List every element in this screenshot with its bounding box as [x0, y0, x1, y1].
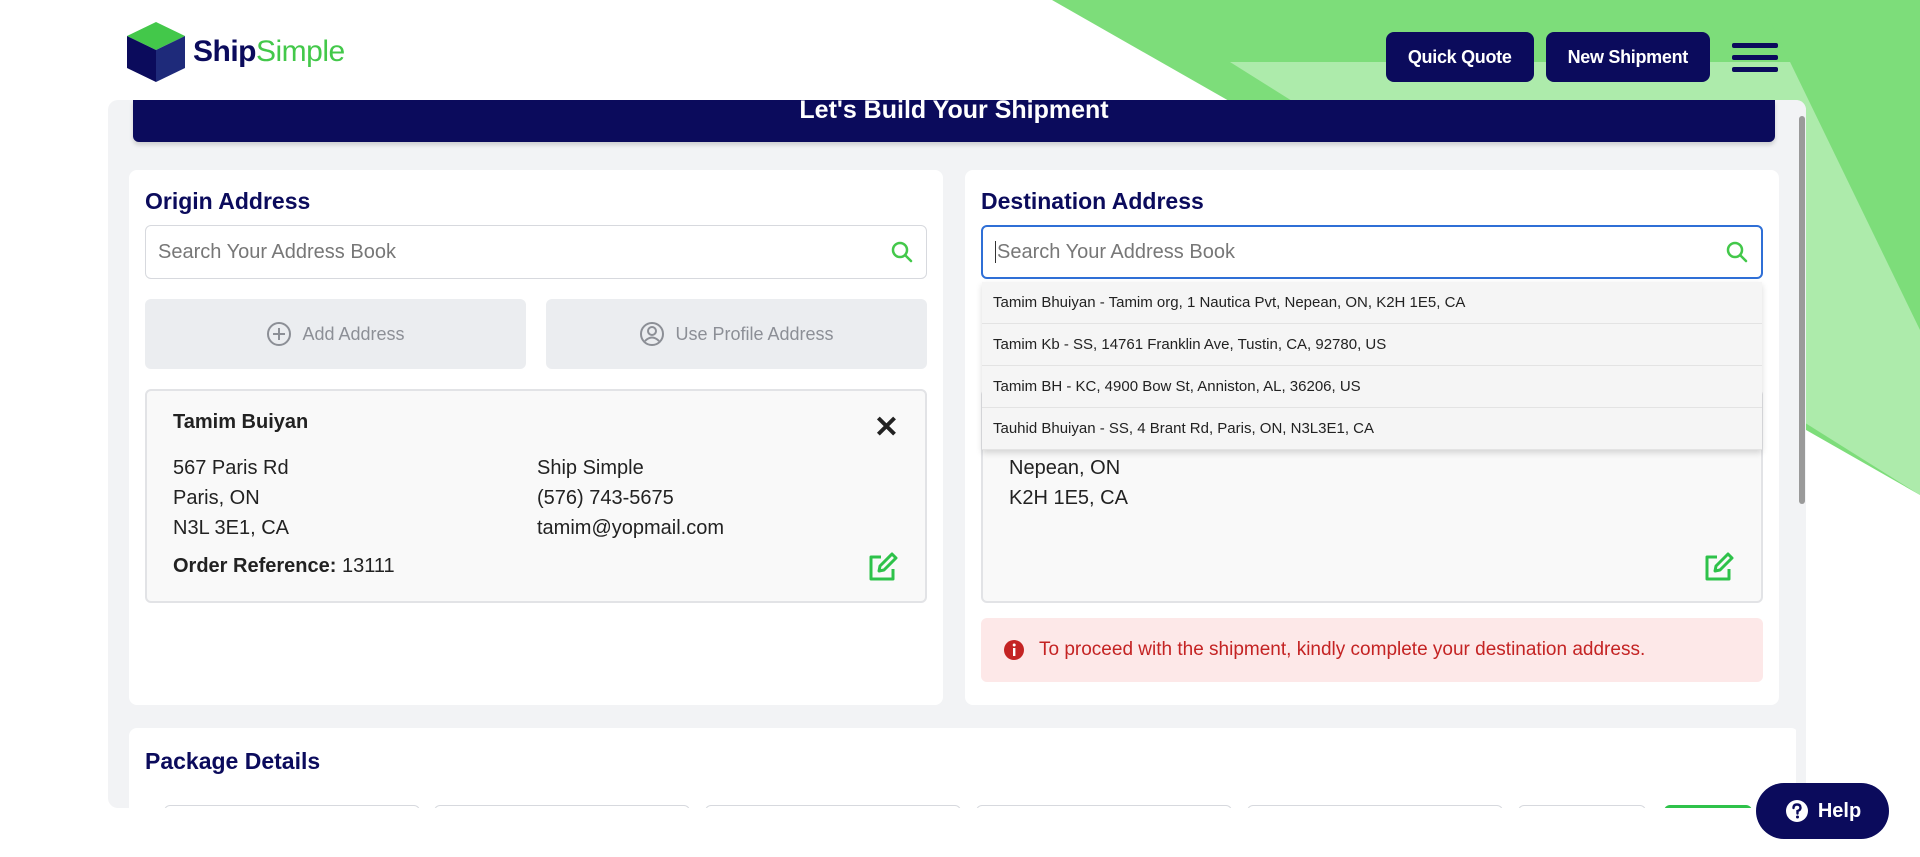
package-field[interactable] [976, 805, 1232, 808]
destination-error-alert: To proceed with the shipment, kindly com… [981, 618, 1763, 682]
quick-quote-button[interactable]: Quick Quote [1385, 32, 1534, 82]
address-suggestions-dropdown: Tamim Bhuiyan - Tamim org, 1 Nautica Pvt… [982, 282, 1762, 450]
suggestion-item[interactable]: Tamim BH - KC, 4900 Bow St, Anniston, AL… [982, 366, 1762, 408]
suggestion-item[interactable]: Tauhid Bhuiyan - SS, 4 Brant Rd, Paris, … [982, 408, 1762, 450]
use-profile-label: Use Profile Address [675, 323, 834, 344]
origin-contact-block: Ship Simple (576) 743-5675 tamim@yopmail… [537, 453, 724, 543]
suggestion-item[interactable]: Tamim Bhuiyan - Tamim org, 1 Nautica Pvt… [982, 282, 1762, 324]
destination-address-line3: K2H 1E5, CA [1009, 487, 1128, 509]
package-details-title: Package Details [145, 748, 321, 774]
question-circle-icon [1785, 800, 1808, 822]
package-add-button[interactable] [1664, 805, 1752, 808]
shipment-panel: Let's Build Your Shipment Origin Address… [108, 100, 1806, 808]
destination-address-block: Nepean, ON K2H 1E5, CA [1009, 453, 1128, 513]
add-address-label: Add Address [302, 323, 405, 344]
alert-message: To proceed with the shipment, kindly com… [1039, 639, 1646, 660]
origin-contact-name: Tamim Buiyan [173, 411, 309, 433]
help-button[interactable]: Help [1756, 783, 1889, 839]
origin-phone: (576) 743-5675 [537, 487, 674, 509]
edit-icon[interactable] [867, 551, 899, 583]
info-circle-icon [1004, 640, 1024, 660]
edit-icon[interactable] [1703, 551, 1735, 583]
menu-icon[interactable] [1732, 42, 1778, 72]
header-actions: Quick Quote New Shipment [1385, 32, 1778, 82]
destination-title: Destination Address [981, 188, 1204, 214]
order-reference: Order Reference: 13111 [173, 555, 395, 578]
search-icon[interactable] [890, 240, 914, 264]
plus-circle-icon [267, 322, 292, 346]
package-field[interactable] [1518, 805, 1646, 808]
scrollbar-thumb[interactable] [1799, 116, 1805, 504]
origin-address-line1: 567 Paris Rd [173, 457, 289, 479]
add-address-button[interactable]: Add Address [145, 299, 526, 369]
shipsimple-logo[interactable]: ShipSimple [125, 20, 345, 84]
origin-card: Origin Address Add Address Use Profile A… [129, 170, 943, 705]
destination-search-box[interactable] [981, 225, 1763, 279]
order-ref-value: 13111 [341, 555, 395, 577]
user-circle-icon [640, 322, 665, 346]
logo-text: ShipSimple [193, 35, 345, 68]
destination-address-line2: Nepean, ON [1009, 457, 1121, 479]
package-details-card: Package Details [129, 728, 1799, 808]
package-field[interactable] [434, 805, 690, 808]
destination-card: Destination Address Tamim Bhuiyan - Tami… [965, 170, 1779, 705]
origin-address-line2: Paris, ON [173, 487, 260, 509]
package-field[interactable] [164, 805, 420, 808]
scrollbar[interactable] [1796, 100, 1806, 808]
package-field[interactable] [705, 805, 961, 808]
destination-search-input[interactable] [997, 240, 1725, 264]
package-field[interactable] [1247, 805, 1503, 808]
help-label: Help [1817, 799, 1862, 822]
origin-address-card: Tamim Buiyan ✕ 567 Paris Rd Paris, ON N3… [145, 389, 927, 603]
origin-search-box[interactable] [145, 225, 927, 279]
suggestion-item[interactable]: Tamim Kb - SS, 14761 Franklin Ave, Tusti… [982, 324, 1762, 366]
order-ref-label: Order Reference: [173, 555, 337, 577]
origin-company: Ship Simple [537, 457, 644, 479]
origin-search-input[interactable] [158, 240, 890, 264]
origin-email: tamim@yopmail.com [537, 517, 725, 539]
origin-address-block: 567 Paris Rd Paris, ON N3L 3E1, CA [173, 453, 289, 543]
origin-address-line3: N3L 3E1, CA [173, 517, 289, 539]
origin-title: Origin Address [145, 188, 311, 214]
page-title: Let's Build Your Shipment [133, 100, 1775, 142]
new-shipment-button[interactable]: New Shipment [1545, 32, 1710, 82]
search-icon[interactable] [1725, 240, 1749, 264]
close-icon[interactable]: ✕ [874, 413, 899, 443]
text-caret [995, 241, 996, 263]
cube-logo-icon [127, 22, 185, 82]
use-profile-address-button[interactable]: Use Profile Address [546, 299, 927, 369]
